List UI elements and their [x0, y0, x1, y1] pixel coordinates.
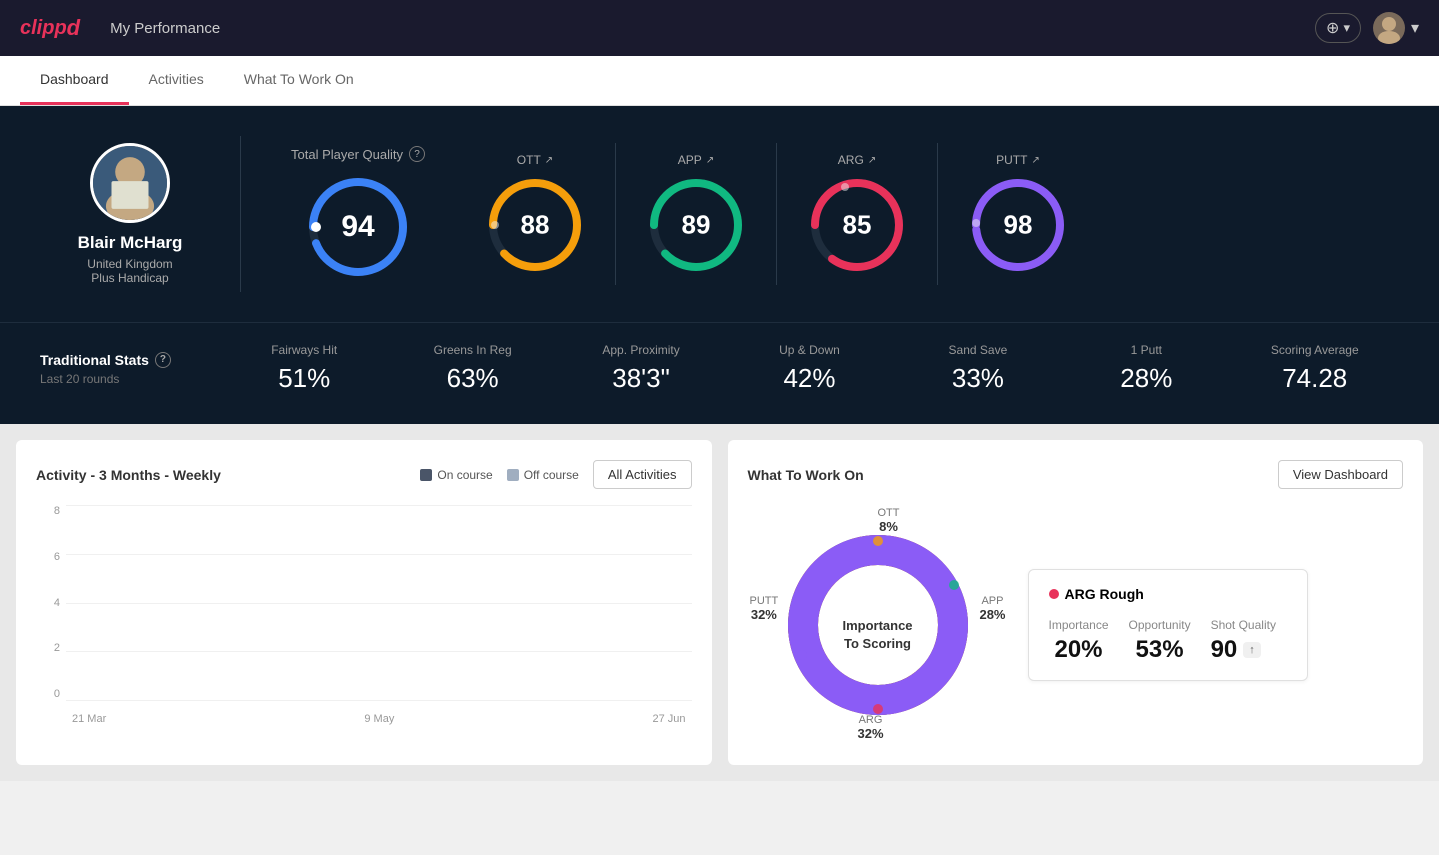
total-quality-circle: 94 — [303, 172, 413, 282]
y-axis: 8 6 4 2 0 — [36, 505, 64, 700]
app-circle: 89 — [646, 175, 746, 275]
logo: clippd — [20, 15, 80, 41]
legend-on-course: On course — [420, 468, 492, 482]
all-activities-button[interactable]: All Activities — [593, 460, 692, 489]
chevron-down-icon: ▾ — [1343, 20, 1350, 36]
header-title: My Performance — [110, 20, 220, 37]
stat-oneputt: 1 Putt 28% — [1062, 343, 1230, 394]
app-block: APP ↗ 89 — [616, 143, 777, 285]
avatar — [1373, 12, 1405, 44]
shot-quality-metric: Shot Quality 90 ↑ — [1211, 618, 1276, 664]
chart-area: 8 6 4 2 0 21 Mar 9 May 27 Jun — [36, 505, 692, 725]
donut-center-text: ImportanceTo Scoring — [842, 617, 912, 653]
stat-greens: Greens In Reg 63% — [388, 343, 556, 394]
player-info: Blair McHarg United Kingdom Plus Handica… — [40, 143, 220, 285]
stats-label: Traditional Stats ? Last 20 rounds — [40, 352, 220, 386]
bottom-panels: Activity - 3 Months - Weekly On course O… — [0, 424, 1439, 781]
stat-sandsave: Sand Save 33% — [894, 343, 1062, 394]
legend-off-course: Off course — [507, 468, 579, 482]
stat-updown: Up & Down 42% — [725, 343, 893, 394]
player-avatar — [90, 143, 170, 223]
stats-sub: Last 20 rounds — [40, 372, 220, 386]
app-donut-label: APP 28% — [979, 595, 1005, 622]
ott-donut-label: OTT 8% — [878, 507, 900, 534]
activity-panel-header: Activity - 3 Months - Weekly On course O… — [36, 460, 692, 489]
x-axis: 21 Mar 9 May 27 Jun — [66, 713, 692, 725]
putt-label: PUTT ↗ — [996, 153, 1040, 167]
chevron-down-icon: ▾ — [1411, 18, 1419, 38]
info-card-metrics: Importance 20% Opportunity 53% Shot Qual… — [1049, 618, 1287, 664]
player-country: United Kingdom — [87, 257, 172, 271]
putt-arrow: ↗ — [1031, 155, 1039, 166]
hero-metrics: Total Player Quality ? 94 OTT ↗ — [261, 136, 1399, 292]
arg-donut-label: ARG 32% — [858, 714, 884, 741]
info-card-title: ARG Rough — [1049, 586, 1287, 602]
player-name: Blair McHarg — [78, 233, 183, 253]
donut-wrapper: ImportanceTo Scoring OTT 8% APP 28% ARG … — [748, 505, 1008, 745]
ott-label: OTT ↗ — [517, 153, 553, 167]
hero-divider — [240, 136, 241, 292]
arg-rough-indicator — [1049, 589, 1059, 599]
off-course-dot — [507, 469, 519, 481]
importance-metric: Importance 20% — [1049, 618, 1109, 664]
avatar-container: ▾ — [1373, 12, 1419, 44]
total-quality-label: Total Player Quality ? — [291, 146, 425, 162]
header: clippd My Performance ⊕ ▾ ▾ — [0, 0, 1439, 56]
donut-panel: ImportanceTo Scoring OTT 8% APP 28% ARG … — [748, 505, 1404, 745]
view-dashboard-button[interactable]: View Dashboard — [1278, 460, 1403, 489]
ott-circle: 88 — [485, 175, 585, 275]
arg-arrow: ↗ — [868, 155, 876, 166]
activity-chart-title: Activity - 3 Months - Weekly — [36, 467, 221, 483]
ott-arrow: ↗ — [545, 155, 553, 166]
stats-title: Traditional Stats ? — [40, 352, 220, 368]
x-label-2: 9 May — [364, 713, 394, 725]
arg-circle: 85 — [807, 175, 907, 275]
stat-scoring: Scoring Average 74.28 — [1231, 343, 1399, 394]
app-value: 89 — [682, 210, 711, 241]
ott-block: OTT ↗ 88 — [455, 143, 616, 285]
chart-legend: On course Off course — [420, 468, 579, 482]
tab-activities[interactable]: Activities — [129, 56, 224, 105]
nav-tabs: Dashboard Activities What To Work On — [0, 56, 1439, 106]
hero-section: Blair McHarg United Kingdom Plus Handica… — [0, 106, 1439, 322]
what-to-work-on-panel: What To Work On View Dashboard — [728, 440, 1424, 765]
putt-block: PUTT ↗ 98 — [938, 143, 1098, 285]
what-to-work-on-header: What To Work On View Dashboard — [748, 460, 1404, 489]
arg-value: 85 — [843, 210, 872, 241]
arg-block: ARG ↗ 85 — [777, 143, 938, 285]
arg-label: ARG ↗ — [838, 153, 876, 167]
stat-fairways: Fairways Hit 51% — [220, 343, 388, 394]
on-course-dot — [420, 469, 432, 481]
app-label: APP ↗ — [678, 153, 714, 167]
x-label-1: 21 Mar — [72, 713, 106, 725]
plus-icon: ⊕ — [1326, 18, 1339, 38]
bars-container — [66, 505, 692, 700]
stat-proximity: App. Proximity 38'3" — [557, 343, 725, 394]
opportunity-metric: Opportunity 53% — [1129, 618, 1191, 664]
ott-value: 88 — [521, 210, 550, 241]
player-handicap: Plus Handicap — [91, 271, 168, 285]
stats-help-icon[interactable]: ? — [155, 352, 171, 368]
header-right: ⊕ ▾ ▾ — [1315, 12, 1419, 44]
stats-bar: Traditional Stats ? Last 20 rounds Fairw… — [0, 322, 1439, 424]
x-label-3: 27 Jun — [652, 713, 685, 725]
donut-center: ImportanceTo Scoring — [842, 617, 912, 653]
info-card: ARG Rough Importance 20% Opportunity 53%… — [1028, 569, 1308, 681]
total-quality-block: Total Player Quality ? 94 — [261, 136, 455, 292]
app-arrow: ↗ — [706, 155, 714, 166]
tab-what-to-work-on[interactable]: What To Work On — [224, 56, 374, 105]
what-to-work-on-title: What To Work On — [748, 467, 864, 483]
putt-value: 98 — [1004, 210, 1033, 241]
help-icon[interactable]: ? — [409, 146, 425, 162]
tab-dashboard[interactable]: Dashboard — [20, 56, 129, 105]
total-quality-value: 94 — [341, 210, 374, 244]
putt-donut-label: PUTT 32% — [750, 595, 779, 622]
activity-panel: Activity - 3 Months - Weekly On course O… — [16, 440, 712, 765]
shot-quality-badge: ↑ — [1243, 642, 1261, 658]
putt-circle: 98 — [968, 175, 1068, 275]
add-button[interactable]: ⊕ ▾ — [1315, 13, 1361, 43]
